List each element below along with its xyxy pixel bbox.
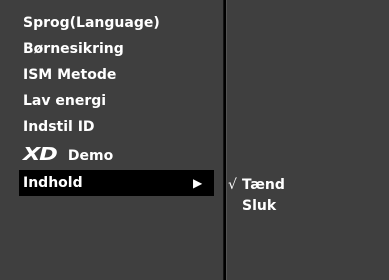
submenu-item-label: Sluk [242, 198, 277, 214]
check-icon: √ [228, 177, 237, 193]
menu-item-label: Lav energi [23, 93, 107, 109]
menu-item-set-id[interactable]: Indstil ID [19, 114, 214, 140]
menu-item-demo[interactable]: XD Demo [19, 142, 214, 168]
submenu-item-on[interactable]: √ Tænd [228, 175, 285, 195]
menu-item-label: Demo [67, 148, 114, 164]
menu-item-low-energy[interactable]: Lav energi [19, 88, 214, 114]
menu-item-child-lock[interactable]: Børnesikring [19, 36, 214, 62]
menu-item-label: Børnesikring [23, 41, 124, 57]
menu-item-label: Indhold [23, 175, 83, 191]
menu-item-language[interactable]: Sprog(Language) [19, 10, 214, 36]
menu-item-ism-method[interactable]: ISM Metode [19, 62, 214, 88]
menu-item-label: Indstil ID [23, 119, 95, 135]
arrow-right-icon: ▶ [193, 176, 203, 190]
submenu-item-label: Tænd [242, 177, 285, 193]
xd-logo: XD [23, 144, 58, 165]
submenu-panel [226, 0, 389, 280]
menu-item-label: ISM Metode [23, 67, 117, 83]
submenu-item-off[interactable]: Sluk [228, 196, 276, 216]
menu-item-content[interactable]: Indhold ▶ [19, 170, 214, 196]
menu-item-label: Sprog(Language) [23, 15, 160, 31]
